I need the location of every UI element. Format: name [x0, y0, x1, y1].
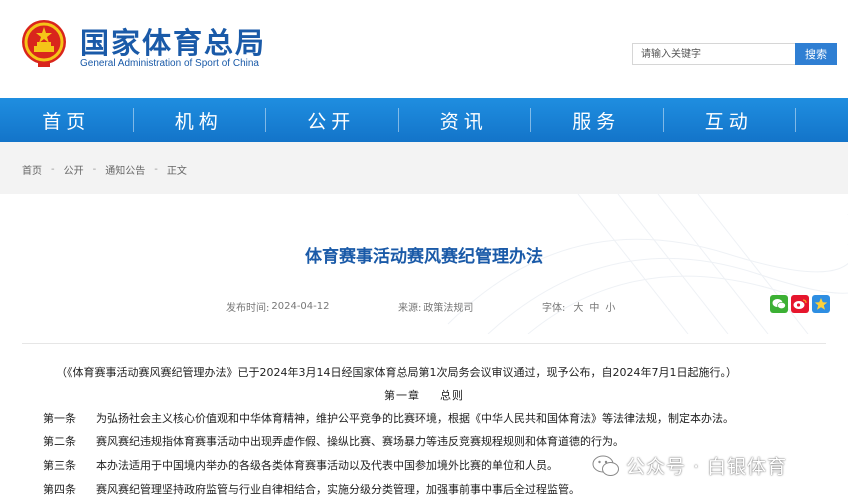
article-intro: （《体育赛事活动赛风赛纪管理办法》已于2024年3月14日经国家体育总局第1次局… — [56, 366, 737, 379]
breadcrumb-separator: - — [154, 164, 158, 175]
breadcrumb-public[interactable]: 公开 — [64, 162, 84, 177]
nav-item-organization[interactable]: 机构 — [132, 98, 266, 142]
font-size-small[interactable]: 小 — [605, 299, 615, 314]
wechat-icon — [592, 455, 619, 476]
wechat-icon[interactable] — [770, 295, 788, 313]
clause-text: 赛风赛纪违规指体育赛事活动中出现弄虚作假、操纵比赛、赛场暴力等违反竞赛规程规则和… — [96, 435, 624, 448]
source-value: 政策法规司 — [423, 303, 474, 314]
breadcrumb-band: 首页 - 公开 - 通知公告 - 正文 — [0, 142, 848, 194]
chapter-name: 总则 — [440, 389, 464, 402]
font-size-label: 字体: — [542, 303, 566, 314]
chapter-number: 第一章 — [384, 389, 420, 402]
font-size-medium[interactable]: 中 — [589, 299, 599, 314]
meta-divider — [22, 343, 826, 344]
breadcrumb: 首页 - 公开 - 通知公告 - 正文 — [22, 162, 187, 177]
nav-item-home[interactable]: 首页 — [0, 98, 133, 142]
article-source: 来源: 政策法规司 — [398, 299, 473, 314]
article-title: 体育赛事活动赛风赛纪管理办法 — [305, 247, 543, 267]
site-title[interactable]: 国家体育总局 — [80, 20, 266, 62]
nav-item-service[interactable]: 服务 — [530, 98, 663, 142]
weibo-icon[interactable] — [791, 295, 809, 313]
search-input[interactable] — [632, 43, 795, 65]
clause-number: 第一条 — [43, 412, 76, 425]
clause: 第四条 赛风赛纪管理坚持政府监管与行业自律相结合，实施分级分类管理，加强事前事中事… — [43, 481, 580, 497]
breadcrumb-separator: - — [51, 164, 55, 175]
nav-item-overflow — [795, 98, 848, 142]
publish-date-value: 2024-04-12 — [271, 301, 330, 312]
nav-item-news[interactable]: 资讯 — [397, 98, 531, 142]
watermark-text: 公众号 · 白银体育 — [626, 456, 788, 478]
nav-item-interaction[interactable]: 互动 — [662, 98, 796, 142]
clause-text: 本办法适用于中国境内举办的各级各类体育赛事活动以及代表中国参加境外比赛的单位和人… — [96, 459, 558, 472]
publish-date: 发布时间: 2024-04-12 — [226, 299, 330, 314]
publish-date-label: 发布时间: — [226, 303, 270, 314]
source-label: 来源: — [398, 303, 422, 314]
wechat-watermark: 公众号 · 白银体育 — [592, 452, 787, 479]
clause: 第二条 赛风赛纪违规指体育赛事活动中出现弄虚作假、操纵比赛、赛场暴力等违反竞赛规程… — [43, 433, 624, 449]
share-bar — [770, 295, 830, 313]
qzone-icon[interactable] — [812, 295, 830, 313]
clause-number: 第二条 — [43, 435, 76, 448]
chapter-heading: 第一章 总则 — [0, 387, 848, 403]
breadcrumb-separator: - — [92, 164, 97, 175]
breadcrumb-notices[interactable]: 通知公告 — [105, 162, 145, 177]
font-size-control: 字体: 大 中 小 — [542, 299, 615, 314]
main-nav: 首页 机构 公开 资讯 服务 互动 — [0, 98, 848, 142]
clause-text: 赛风赛纪管理坚持政府监管与行业自律相结合，实施分级分类管理，加强事前事中事后全过… — [96, 483, 580, 496]
clause-text: 为弘扬社会主义核心价值观和中华体育精神，维护公平竞争的比赛环境，根据《中华人民共… — [96, 412, 734, 425]
site-subtitle: General Administration of Sport of China — [80, 58, 259, 69]
clause-number: 第四条 — [43, 483, 76, 496]
clause-number: 第三条 — [43, 459, 76, 472]
site-header: 国家体育总局 General Administration of Sport o… — [0, 0, 848, 98]
clause: 第三条 本办法适用于中国境内举办的各级各类体育赛事活动以及代表中国参加境外比赛的单… — [43, 457, 558, 473]
search-button[interactable]: 搜索 — [795, 43, 837, 65]
clause: 第一条 为弘扬社会主义核心价值观和中华体育精神，维护公平竞争的比赛环境，根据《中华… — [43, 410, 734, 426]
breadcrumb-home[interactable]: 首页 — [22, 162, 42, 177]
font-size-large[interactable]: 大 — [573, 299, 583, 314]
national-emblem-icon[interactable] — [20, 18, 68, 68]
nav-item-public[interactable]: 公开 — [265, 98, 398, 142]
breadcrumb-current: 正文 — [166, 166, 187, 177]
